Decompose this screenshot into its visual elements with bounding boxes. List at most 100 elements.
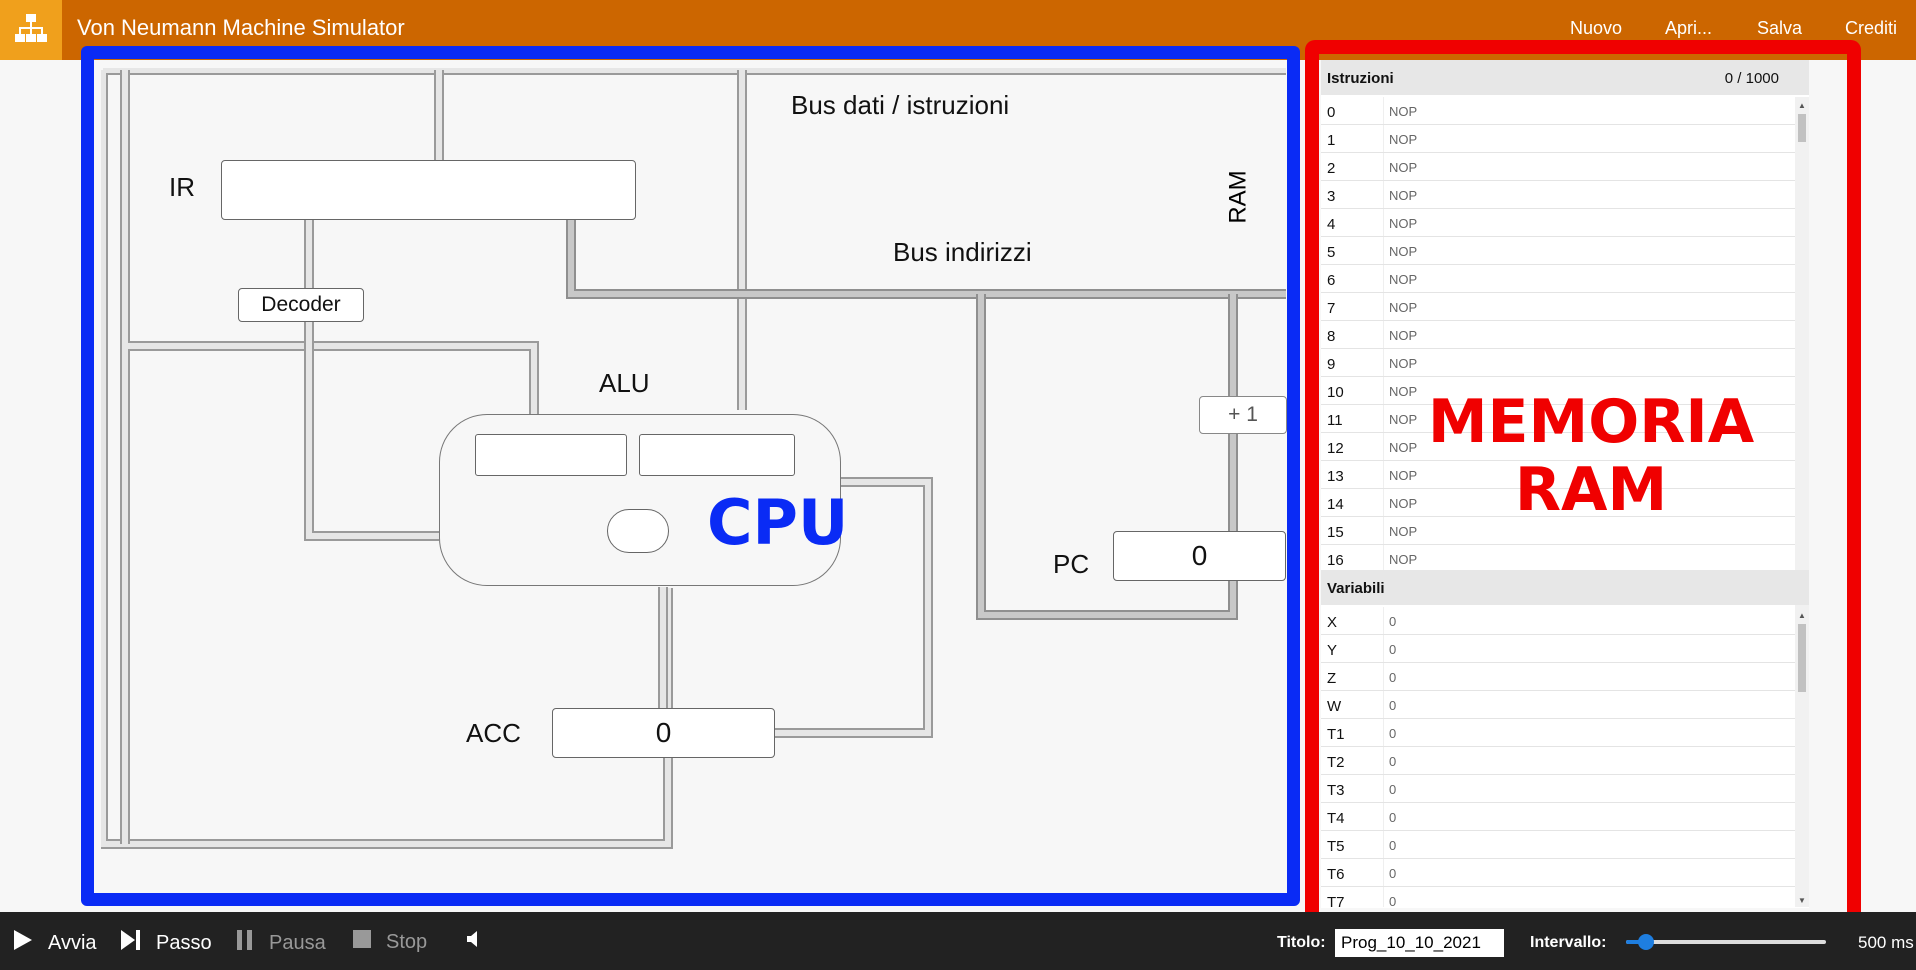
stop-button[interactable]: Stop	[352, 929, 427, 955]
cell-divider	[1383, 181, 1384, 208]
instruction-row-value[interactable]: NOP	[1389, 440, 1417, 455]
variable-row-address: T1	[1327, 726, 1345, 743]
variable-row[interactable]: T3 0	[1321, 775, 1795, 803]
acc-register: 0	[552, 708, 775, 758]
sound-button[interactable]	[466, 929, 496, 955]
menu-crediti[interactable]: Crediti	[1845, 18, 1897, 39]
instruction-row[interactable]: 8 NOP	[1321, 321, 1795, 349]
instruction-row[interactable]: 4 NOP	[1321, 209, 1795, 237]
variable-row-address: X	[1327, 614, 1338, 631]
label-ir: IR	[169, 172, 195, 202]
run-button[interactable]: Avvia	[12, 929, 97, 957]
instruction-row[interactable]: 5 NOP	[1321, 237, 1795, 265]
scroll-up-icon[interactable]: ▲	[1798, 611, 1806, 620]
variable-row-value[interactable]: 0	[1389, 614, 1396, 629]
instruction-row-address: 8	[1327, 328, 1336, 345]
cell-divider	[1383, 691, 1384, 718]
instruction-row[interactable]: 3 NOP	[1321, 181, 1795, 209]
instruction-row-value[interactable]: NOP	[1389, 160, 1417, 175]
pause-icon	[235, 929, 255, 957]
instruction-row-value[interactable]: NOP	[1389, 412, 1417, 427]
variable-row-value[interactable]: 0	[1389, 894, 1396, 907]
cell-divider	[1383, 237, 1384, 264]
instruction-row-value[interactable]: NOP	[1389, 384, 1417, 399]
instruction-row-value[interactable]: NOP	[1389, 132, 1417, 147]
pause-button[interactable]: Pausa	[235, 929, 326, 957]
instruction-row-value[interactable]: NOP	[1389, 552, 1417, 567]
label-ram: RAM	[1224, 170, 1252, 224]
variable-row[interactable]: Y0	[1321, 635, 1795, 663]
instruction-row-value[interactable]: NOP	[1389, 244, 1417, 259]
interval-slider[interactable]	[1626, 934, 1826, 950]
variable-row[interactable]: Z0	[1321, 663, 1795, 691]
interval-slider-handle[interactable]	[1638, 934, 1654, 950]
instruction-row-value[interactable]: NOP	[1389, 188, 1417, 203]
scroll-up-icon[interactable]: ▲	[1798, 101, 1806, 110]
stop-icon	[352, 929, 372, 955]
scroll-down-icon[interactable]: ▼	[1798, 896, 1806, 905]
instruction-row[interactable]: 2 NOP	[1321, 153, 1795, 181]
instruction-row[interactable]: 7 NOP	[1321, 293, 1795, 321]
instruction-row[interactable]: 6 NOP	[1321, 265, 1795, 293]
variable-row[interactable]: T5 0	[1321, 831, 1795, 859]
instruction-row[interactable]: 16 NOP	[1321, 545, 1795, 573]
instruction-row-value[interactable]: NOP	[1389, 272, 1417, 287]
decoder-box: Decoder	[238, 288, 364, 322]
variables-scrollbar[interactable]: ▲ ▼	[1795, 607, 1809, 907]
title-label: Titolo:	[1277, 934, 1326, 951]
variable-row-value[interactable]: 0	[1389, 782, 1396, 797]
cell-divider	[1383, 209, 1384, 236]
label-bus-dati: Bus dati / istruzioni	[791, 90, 1010, 120]
title-input[interactable]	[1335, 929, 1504, 957]
variable-row[interactable]: T4 0	[1321, 803, 1795, 831]
menu-salva[interactable]: Salva	[1757, 18, 1802, 39]
instruction-row[interactable]: 9 NOP	[1321, 349, 1795, 377]
instruction-row[interactable]: 0 NOP	[1321, 97, 1795, 125]
instruction-row-address: 1	[1327, 132, 1336, 149]
scrollbar-thumb[interactable]	[1798, 624, 1806, 692]
cell-divider	[1383, 153, 1384, 180]
instructions-scrollbar[interactable]: ▲ ▼	[1795, 97, 1809, 629]
variable-row-value[interactable]: 0	[1389, 754, 1396, 769]
instruction-row-value[interactable]: NOP	[1389, 524, 1417, 539]
variables-list[interactable]: X 0 Y 0 Z 0 W 0 T1 0 T2 0 T3 0 T4 0 T5 0 T6 0 T7 0	[1321, 607, 1795, 907]
instructions-list[interactable]: 0 NOP 1 NOP 2 NOP 3 NOP 4 NOP 5 NOP 6 NOP 7 NOP 8 NOP 9 NOP…	[1321, 97, 1795, 629]
variable-row-value[interactable]: 0	[1389, 698, 1396, 713]
instruction-row-value[interactable]: NOP	[1389, 216, 1417, 231]
cell-divider	[1383, 663, 1384, 690]
variable-row-value[interactable]: 0	[1389, 866, 1396, 881]
memory-overlay-line2: RAM	[1514, 455, 1668, 525]
logo	[0, 0, 62, 60]
variable-row[interactable]: X0	[1321, 607, 1795, 635]
variable-row[interactable]: W0	[1321, 691, 1795, 719]
instruction-row-address: 3	[1327, 188, 1336, 205]
instruction-row-value[interactable]: NOP	[1389, 496, 1417, 511]
menu-apri[interactable]: Apri...	[1665, 18, 1712, 39]
variable-row-value[interactable]: 0	[1389, 810, 1396, 825]
cell-divider	[1383, 433, 1384, 460]
instruction-row-value[interactable]: NOP	[1389, 300, 1417, 315]
variable-row[interactable]: T1 0	[1321, 719, 1795, 747]
variable-row-value[interactable]: 0	[1389, 726, 1396, 741]
instruction-row-address: 10	[1327, 384, 1344, 401]
instruction-row-value[interactable]: NOP	[1389, 328, 1417, 343]
scrollbar-thumb[interactable]	[1798, 114, 1806, 142]
variable-row-value[interactable]: 0	[1389, 642, 1396, 657]
variable-row-value[interactable]: 0	[1389, 838, 1396, 853]
step-label: Passo	[156, 931, 212, 954]
variable-row-value[interactable]: 0	[1389, 670, 1396, 685]
variable-row-address: T3	[1327, 782, 1345, 799]
instruction-row-value[interactable]: NOP	[1389, 468, 1417, 483]
instruction-row-value[interactable]: NOP	[1389, 104, 1417, 119]
step-button[interactable]: Passo	[120, 929, 212, 957]
menu-nuovo[interactable]: Nuovo	[1570, 18, 1622, 39]
variable-row-address: T6	[1327, 866, 1345, 883]
label-bus-indirizzi: Bus indirizzi	[893, 237, 1032, 267]
instruction-row-value[interactable]: NOP	[1389, 356, 1417, 371]
variable-row[interactable]: T2 0	[1321, 747, 1795, 775]
variable-row[interactable]: T6 0	[1321, 859, 1795, 887]
variable-row[interactable]: T7 0	[1321, 887, 1795, 907]
instruction-row-address: 5	[1327, 244, 1336, 261]
instruction-row[interactable]: 1 NOP	[1321, 125, 1795, 153]
cpu-diagram: Bus dati / istruzioni Bus indirizzi RAM …	[101, 68, 1287, 890]
